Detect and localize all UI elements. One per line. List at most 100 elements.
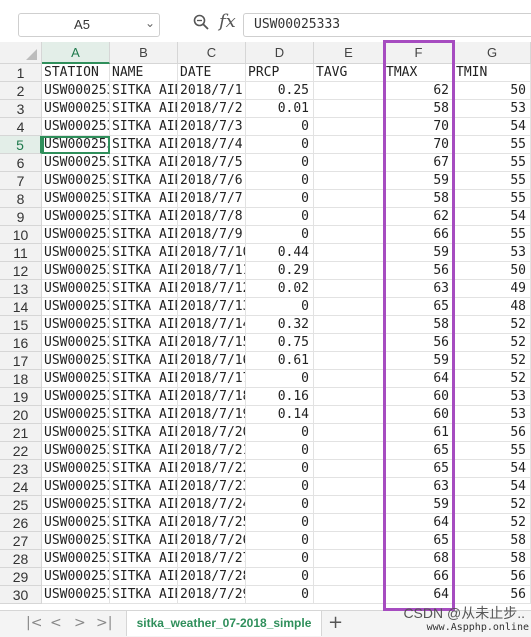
column-header-d[interactable]: D [246,42,314,64]
table-cell[interactable]: 56 [454,586,531,604]
table-cell[interactable] [314,316,384,334]
table-cell[interactable]: 2018/7/23 [178,478,246,496]
column-header-f[interactable]: F [384,42,454,64]
table-cell[interactable]: 0.25 [246,82,314,100]
table-cell[interactable] [314,334,384,352]
table-cell[interactable]: 0.32 [246,316,314,334]
table-cell[interactable]: 65 [384,298,454,316]
table-cell[interactable]: 2018/7/22 [178,460,246,478]
table-cell[interactable]: SITKA AIRPORT [110,388,178,406]
table-cell[interactable]: SITKA AIRPORT [110,226,178,244]
row-header[interactable]: 25 [0,496,42,514]
table-cell[interactable]: 53 [454,244,531,262]
row-header[interactable]: 6 [0,154,42,172]
next-sheet-icon[interactable]: > [74,615,86,631]
table-cell[interactable]: 62 [384,82,454,100]
table-cell[interactable]: 2018/7/20 [178,424,246,442]
table-cell[interactable]: 0 [246,298,314,316]
header-cell-b[interactable]: NAME [110,64,178,82]
table-cell[interactable]: USW00025333 [42,190,110,208]
header-cell-e[interactable]: TAVG [314,64,384,82]
table-cell[interactable]: USW00025333 [42,514,110,532]
select-all-corner[interactable] [0,42,42,64]
table-cell[interactable]: 2018/7/9 [178,226,246,244]
column-header-b[interactable]: B [110,42,178,64]
table-cell[interactable] [314,532,384,550]
table-cell[interactable]: 0 [246,442,314,460]
last-sheet-icon[interactable]: >| [96,615,112,631]
row-header[interactable]: 17 [0,352,42,370]
table-cell[interactable]: 59 [384,172,454,190]
row-header[interactable]: 8 [0,190,42,208]
table-cell[interactable]: USW00025333 [42,136,110,154]
table-cell[interactable]: 65 [384,532,454,550]
table-cell[interactable]: 49 [454,280,531,298]
table-cell[interactable]: USW00025333 [42,406,110,424]
header-cell-a[interactable]: STATION [42,64,110,82]
table-cell[interactable] [314,280,384,298]
table-cell[interactable]: 0 [246,460,314,478]
table-cell[interactable]: 54 [454,460,531,478]
table-cell[interactable] [314,406,384,424]
table-cell[interactable]: 2018/7/13 [178,298,246,316]
table-cell[interactable]: USW00025333 [42,496,110,514]
table-cell[interactable] [314,154,384,172]
table-cell[interactable]: 58 [384,100,454,118]
row-header[interactable]: 5 [0,136,42,154]
table-cell[interactable] [314,568,384,586]
row-header[interactable]: 10 [0,226,42,244]
table-cell[interactable]: 64 [384,370,454,388]
column-header-g[interactable]: G [454,42,531,64]
table-cell[interactable]: 0 [246,172,314,190]
table-cell[interactable]: USW00025333 [42,280,110,298]
table-cell[interactable]: 63 [384,478,454,496]
table-cell[interactable] [314,514,384,532]
row-header[interactable]: 30 [0,586,42,604]
table-cell[interactable]: SITKA AIRPORT [110,568,178,586]
table-cell[interactable]: 2018/7/1 [178,82,246,100]
table-cell[interactable]: SITKA AIRPORT [110,460,178,478]
table-cell[interactable]: 52 [454,316,531,334]
table-cell[interactable]: 2018/7/16 [178,352,246,370]
row-header[interactable]: 21 [0,424,42,442]
table-cell[interactable] [314,82,384,100]
table-cell[interactable]: SITKA AIRPORT [110,478,178,496]
table-cell[interactable]: 56 [454,424,531,442]
row-header[interactable]: 27 [0,532,42,550]
row-header[interactable]: 1 [0,64,42,82]
row-header[interactable]: 23 [0,460,42,478]
table-cell[interactable]: 63 [384,280,454,298]
row-header[interactable]: 4 [0,118,42,136]
table-cell[interactable]: 0.14 [246,406,314,424]
table-cell[interactable]: 0 [246,514,314,532]
sheet-tab-active[interactable]: sitka_weather_07-2018_simple [126,611,322,636]
row-header[interactable]: 29 [0,568,42,586]
table-cell[interactable]: 55 [454,190,531,208]
table-cell[interactable]: 0 [246,424,314,442]
table-cell[interactable]: 0 [246,586,314,604]
table-cell[interactable]: 0 [246,478,314,496]
table-cell[interactable]: USW00025333 [42,388,110,406]
table-cell[interactable]: 65 [384,460,454,478]
table-cell[interactable]: 58 [384,316,454,334]
table-cell[interactable]: 0.16 [246,388,314,406]
table-cell[interactable]: SITKA AIRPORT [110,172,178,190]
table-cell[interactable]: 2018/7/7 [178,190,246,208]
column-header-c[interactable]: C [178,42,246,64]
table-cell[interactable]: USW00025333 [42,226,110,244]
add-sheet-button[interactable]: + [328,612,343,633]
table-cell[interactable]: 55 [454,226,531,244]
table-cell[interactable]: 59 [384,244,454,262]
table-cell[interactable]: 55 [454,442,531,460]
table-cell[interactable]: USW00025333 [42,100,110,118]
table-cell[interactable]: 2018/7/10 [178,244,246,262]
header-cell-g[interactable]: TMIN [454,64,531,82]
table-cell[interactable]: 0 [246,496,314,514]
table-cell[interactable]: SITKA AIRPORT [110,190,178,208]
table-cell[interactable]: USW00025333 [42,82,110,100]
table-cell[interactable]: 64 [384,586,454,604]
header-cell-f[interactable]: TMAX [384,64,454,82]
table-cell[interactable]: 67 [384,154,454,172]
table-cell[interactable]: 2018/7/4 [178,136,246,154]
table-cell[interactable]: 48 [454,298,531,316]
